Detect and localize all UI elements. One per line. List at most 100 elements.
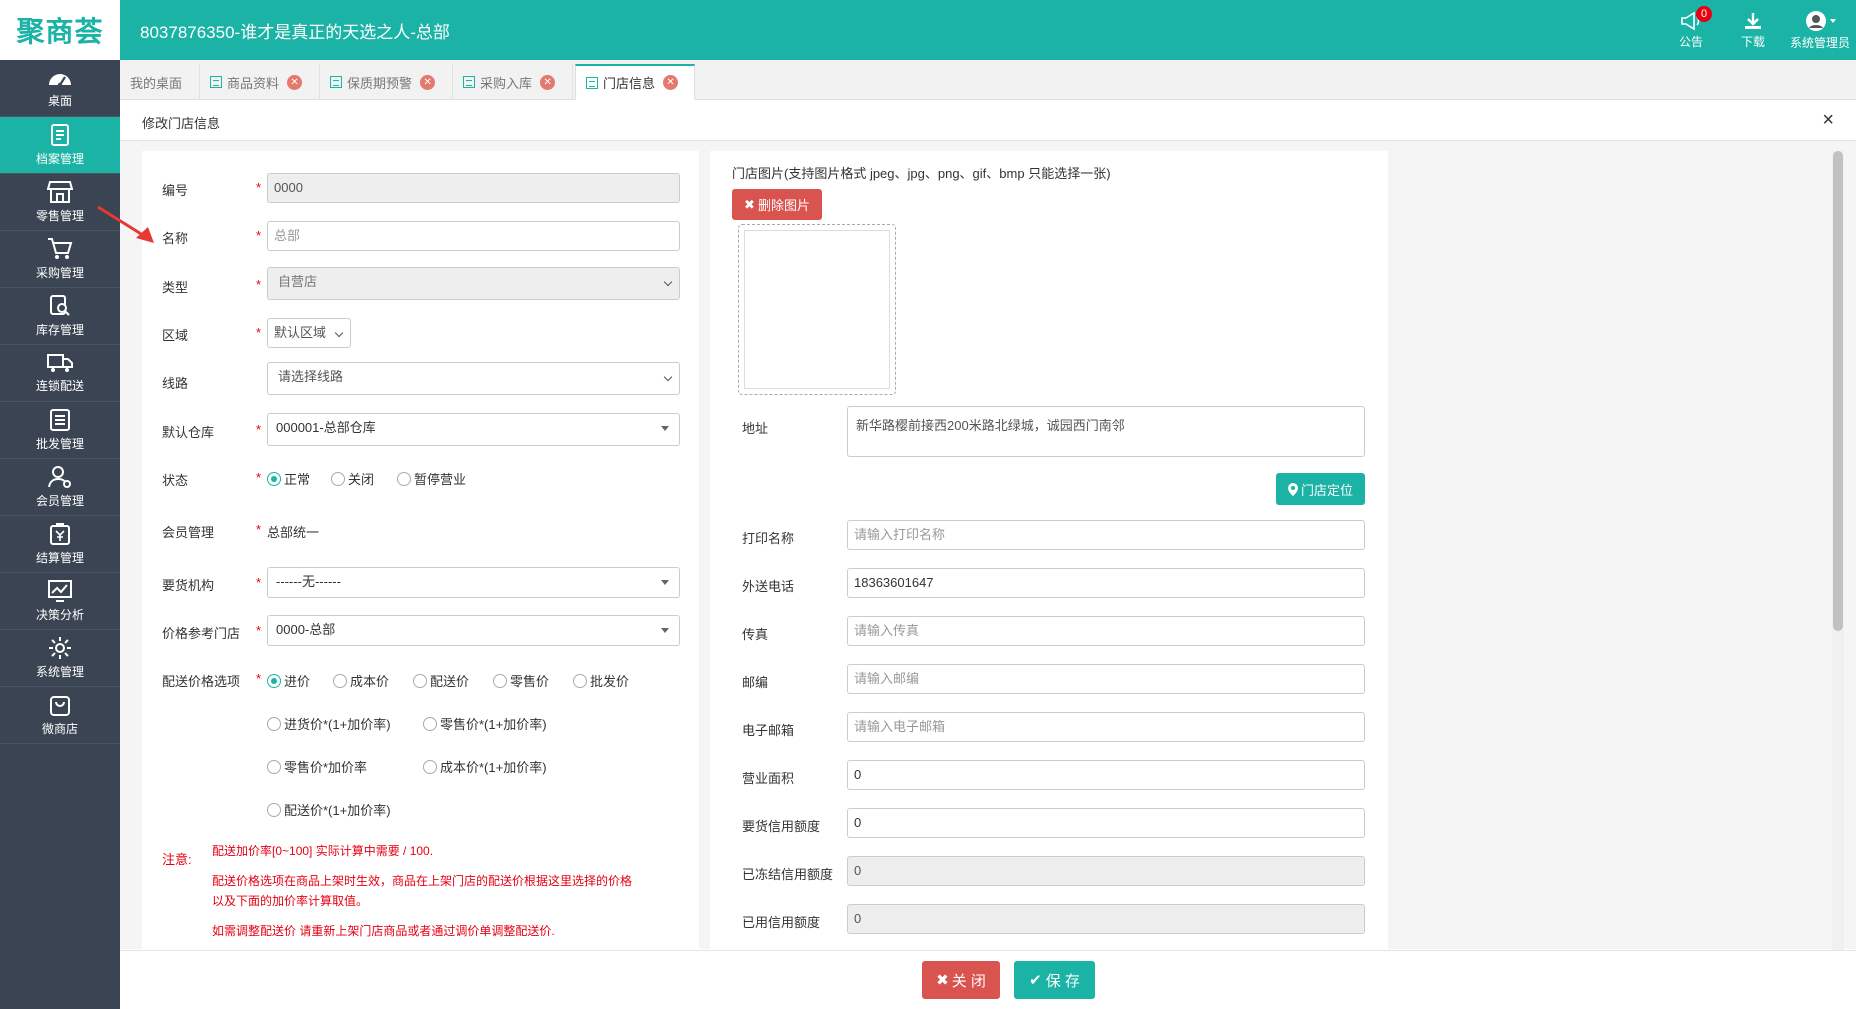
sidebar-item-desktop[interactable]: 桌面 [0, 60, 120, 117]
member-label: 会员管理 [162, 525, 215, 540]
price-option-delivery-markup[interactable]: 配送价*(1+加价率) [267, 800, 391, 819]
status-radio-suspended[interactable]: 暂停营业 [397, 469, 466, 488]
price-option-retail-markup[interactable]: 零售价*(1+加价率) [423, 714, 547, 733]
tab-expiry-warning[interactable]: 保质期预警 ✕ [320, 64, 453, 100]
panel-close-button[interactable]: × [1822, 109, 1834, 132]
sidebar-item-label: 微商店 [41, 722, 78, 736]
radio-label: 成本价*(1+加价率) [440, 760, 547, 775]
document-icon [586, 76, 598, 89]
order-org-value: ------无------ [276, 574, 341, 589]
download-button[interactable]: 下载 [1722, 0, 1784, 60]
image-preview [744, 230, 890, 389]
price-option-cost[interactable]: 成本价 [333, 671, 389, 690]
sidebar-item-settlement[interactable]: 结算管理 [0, 516, 120, 573]
tab-store-info[interactable]: 门店信息 ✕ [575, 64, 695, 100]
note-label: 注意: [162, 852, 192, 867]
sidebar-item-label: 库存管理 [35, 323, 84, 337]
scrollbar-thumb[interactable] [1833, 151, 1843, 631]
order-org-select[interactable]: ------无------ [267, 567, 680, 598]
notice-label: 公告 [1678, 34, 1703, 49]
warehouse-select[interactable]: 000001-总部仓库 [267, 413, 680, 446]
tab-close-icon[interactable]: ✕ [663, 75, 679, 90]
sidebar-item-system[interactable]: 系统管理 [0, 630, 120, 687]
route-select[interactable]: 请选择线路 [267, 362, 680, 395]
print-name-field[interactable]: 请输入打印名称 [847, 520, 1365, 550]
tab-close-icon[interactable]: ✕ [287, 74, 303, 90]
fax-field[interactable]: 请输入传真 [847, 616, 1365, 646]
route-label: 线路 [162, 376, 189, 391]
chevron-down-icon [663, 372, 673, 382]
required-mark: * [256, 575, 262, 590]
phone-label: 外送电话 [742, 579, 795, 594]
zip-field[interactable]: 请输入邮编 [847, 664, 1365, 694]
tab-product-info[interactable]: 商品资料 ✕ [200, 64, 320, 100]
save-button[interactable]: ✔ 保 存 [1014, 961, 1095, 999]
sidebar-item-wholesale[interactable]: 批发管理 [0, 402, 120, 459]
price-ref-select[interactable]: 0000-总部 [267, 615, 680, 646]
tab-close-icon[interactable]: ✕ [420, 74, 436, 90]
radio-dot [267, 716, 281, 731]
required-mark: * [256, 180, 262, 195]
area-field[interactable]: 0 [847, 760, 1365, 790]
credit-limit-field[interactable]: 0 [847, 808, 1365, 838]
top-actions: 0 公告 下载 系统管理员 [1660, 0, 1856, 60]
user-menu[interactable]: 系统管理员 [1784, 0, 1856, 60]
used-credit-field[interactable]: 0 [847, 904, 1365, 934]
code-field[interactable]: 0000 [267, 173, 680, 203]
price-ref-label: 价格参考门店 [162, 626, 241, 641]
required-mark: * [256, 277, 262, 292]
gear-icon [49, 637, 71, 659]
status-radio-normal[interactable]: 正常 [267, 469, 310, 488]
download-label: 下载 [1740, 34, 1765, 49]
radio-label: 成本价 [350, 674, 390, 689]
note-line: 以及下面的加价率计算取值。 [212, 894, 369, 908]
document-icon [463, 76, 475, 88]
radio-dot [573, 673, 587, 688]
caret-down-icon [661, 628, 669, 633]
sidebar-item-label: 档案管理 [35, 152, 84, 166]
close-button[interactable]: ✖ 关 闭 [922, 961, 1000, 999]
region-select[interactable]: 默认区域 [267, 318, 351, 348]
sidebar-item-inventory[interactable]: 库存管理 [0, 288, 120, 345]
price-option-retail[interactable]: 零售价 [493, 671, 549, 690]
radio-dot [267, 802, 281, 817]
order-org-label: 要货机构 [162, 578, 215, 593]
route-value: 请选择线路 [278, 369, 344, 384]
sidebar-item-wechat-store[interactable]: 微商店 [0, 687, 120, 744]
name-field[interactable]: 总部 [267, 221, 680, 251]
sidebar-item-delivery[interactable]: 连锁配送 [0, 345, 120, 402]
image-upload-box[interactable] [738, 224, 896, 395]
tab-purchase-inbound[interactable]: 采购入库 ✕ [453, 64, 573, 100]
locate-store-button[interactable]: 门店定位 [1276, 473, 1365, 505]
phone-field[interactable]: 18363601647 [847, 568, 1365, 598]
radio-label: 进货价*(1+加价率) [284, 717, 391, 732]
used-credit-label: 已用信用额度 [742, 915, 821, 930]
type-select[interactable]: 自营店 [267, 267, 680, 300]
price-option-retail-rate[interactable]: 零售价*加价率 [267, 757, 367, 776]
member-value: 总部统一 [267, 525, 320, 540]
tab-close-icon[interactable]: ✕ [540, 74, 556, 90]
price-option-purchase-markup[interactable]: 进货价*(1+加价率) [267, 714, 391, 733]
note-line: 配送加价率[0~100] 实际计算中需要 / 100. [212, 844, 434, 858]
status-radio-closed[interactable]: 关闭 [331, 469, 374, 488]
logo[interactable]: 聚商荟 [0, 0, 120, 60]
address-field[interactable]: 新华路樱前接西200米路北绿城，诚园西门南邻 [847, 406, 1365, 457]
address-label: 地址 [742, 421, 769, 436]
check-icon: ✔ [1029, 972, 1042, 989]
required-mark: * [256, 623, 262, 638]
email-field[interactable]: 请输入电子邮箱 [847, 712, 1365, 742]
price-option-purchase[interactable]: 进价 [267, 671, 310, 690]
required-mark: * [256, 522, 262, 537]
chart-icon [48, 580, 72, 602]
tab-my-desktop[interactable]: 我的桌面 [120, 64, 200, 100]
sidebar-item-archive[interactable]: 档案管理 [0, 117, 120, 174]
price-option-cost-markup[interactable]: 成本价*(1+加价率) [423, 757, 547, 776]
sidebar-item-analysis[interactable]: 决策分析 [0, 573, 120, 630]
frozen-credit-field[interactable]: 0 [847, 856, 1365, 886]
delete-image-button[interactable]: ✖ 删除图片 [732, 189, 822, 220]
price-option-delivery[interactable]: 配送价 [413, 671, 469, 690]
sidebar-item-member[interactable]: 会员管理 [0, 459, 120, 516]
price-option-wholesale[interactable]: 批发价 [573, 671, 629, 690]
notice-button[interactable]: 0 公告 [1660, 0, 1722, 60]
scrollbar[interactable] [1832, 151, 1844, 951]
